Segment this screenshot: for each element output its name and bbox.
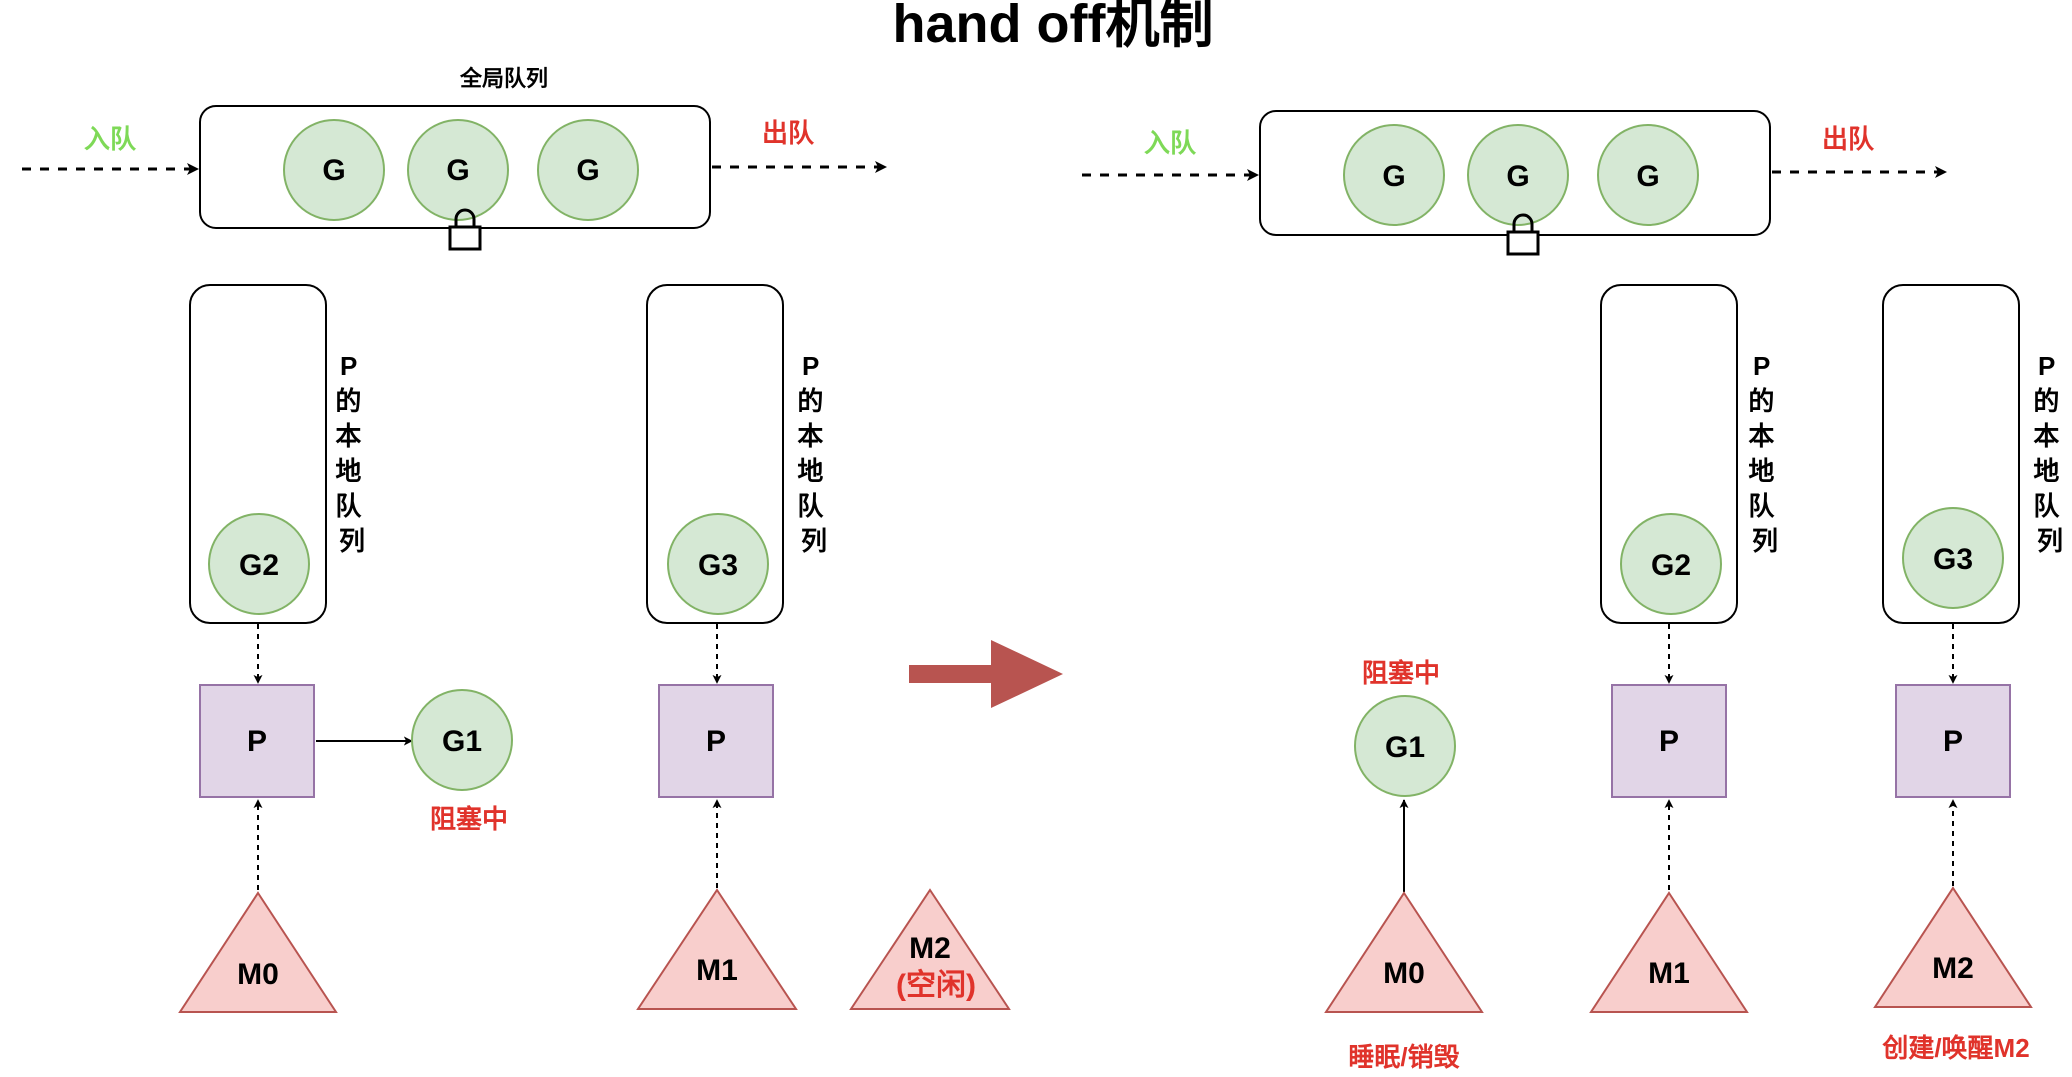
handoff-diagram: hand off机制 全局队列 入队 出队 G G G P 的 本 地 队 列 … xyxy=(0,0,2072,1072)
dequeue-label: 出队 xyxy=(762,118,815,148)
svg-text:M1: M1 xyxy=(1648,957,1690,990)
global-queue-goroutine: G xyxy=(537,119,639,221)
machine-m1: M1 xyxy=(636,888,798,1010)
create-wake-label: 创建/唤醒M2 xyxy=(1881,1033,2029,1063)
global-queue-goroutine: G xyxy=(283,119,385,221)
processor-p: P xyxy=(1895,684,2011,798)
goroutine-g2: G2 xyxy=(208,513,310,615)
svg-text:M0: M0 xyxy=(1383,957,1425,990)
enqueue-label: 入队 xyxy=(84,124,137,154)
svg-text:P: P xyxy=(1659,725,1679,758)
blocked-label: 阻塞中 xyxy=(1362,658,1440,688)
diagram-canvas: hand off机制 全局队列 入队 出队 G G G P 的 本 地 队 列 … xyxy=(22,0,2066,1072)
goroutine-g1: G1 xyxy=(1354,695,1456,797)
svg-text:(空闲): (空闲) xyxy=(896,969,976,1002)
local-queue-label: P 的 本 地 队 列 xyxy=(1748,351,1781,556)
svg-text:G3: G3 xyxy=(1933,543,1973,576)
transition-arrow xyxy=(909,640,1063,708)
global-queue-goroutine: G xyxy=(1467,124,1569,226)
svg-text:G1: G1 xyxy=(1385,731,1425,764)
processor-p: P xyxy=(658,684,774,798)
local-queue-label: P 的 本 地 队 列 xyxy=(335,351,368,556)
machine-m2-idle: M2 (空闲) xyxy=(849,888,1011,1010)
global-queue-label: 全局队列 xyxy=(459,66,548,91)
svg-text:G: G xyxy=(1506,160,1529,193)
svg-text:P: P xyxy=(247,725,267,758)
svg-text:M2: M2 xyxy=(909,932,951,965)
diagram-title: hand off机制 xyxy=(893,0,1214,54)
svg-text:G1: G1 xyxy=(442,725,482,758)
machine-m1: M1 xyxy=(1589,891,1749,1013)
svg-text:P: P xyxy=(1943,725,1963,758)
svg-text:M1: M1 xyxy=(696,954,738,987)
svg-text:P: P xyxy=(706,725,726,758)
processor-p: P xyxy=(1611,684,1727,798)
goroutine-g2: G2 xyxy=(1620,513,1722,615)
processor-p: P xyxy=(199,684,315,798)
svg-text:M2: M2 xyxy=(1932,952,1974,985)
machine-m2: M2 xyxy=(1873,886,2033,1008)
machine-m0: M0 xyxy=(178,891,338,1013)
svg-text:G2: G2 xyxy=(1651,549,1691,582)
global-queue-goroutine: G xyxy=(1597,124,1699,226)
svg-text:G3: G3 xyxy=(698,549,738,582)
local-queue-label: P 的 本 地 队 列 xyxy=(797,351,830,556)
svg-text:G: G xyxy=(1382,160,1405,193)
goroutine-g3: G3 xyxy=(1902,507,2004,609)
goroutine-g3: G3 xyxy=(667,513,769,615)
machine-m0: M0 xyxy=(1324,891,1484,1013)
svg-text:G: G xyxy=(446,154,469,187)
goroutine-g1: G1 xyxy=(411,689,513,791)
blocked-label: 阻塞中 xyxy=(430,804,508,834)
svg-text:M0: M0 xyxy=(237,958,279,991)
svg-text:G: G xyxy=(322,154,345,187)
svg-text:G: G xyxy=(576,154,599,187)
sleep-destroy-label: 睡眠/销毁 xyxy=(1348,1042,1459,1072)
global-queue-goroutine: G xyxy=(407,119,509,221)
enqueue-label: 入队 xyxy=(1144,128,1197,158)
local-queue-label: P 的 本 地 队 列 xyxy=(2033,351,2066,556)
dequeue-label: 出队 xyxy=(1822,124,1875,154)
global-queue-goroutine: G xyxy=(1343,124,1445,226)
svg-text:G: G xyxy=(1636,160,1659,193)
svg-text:G2: G2 xyxy=(239,549,279,582)
